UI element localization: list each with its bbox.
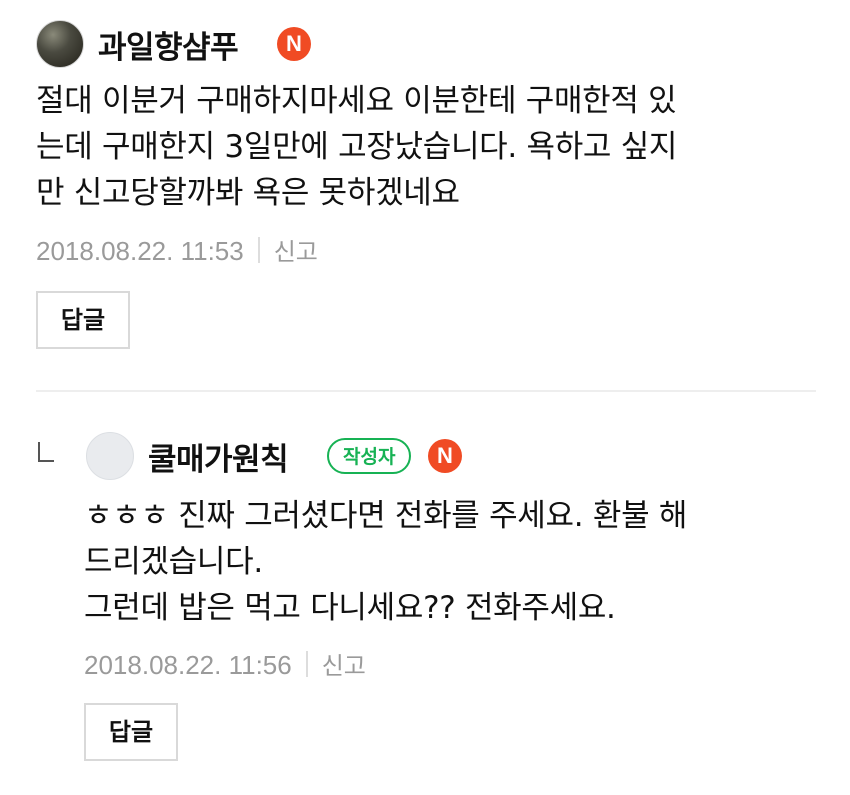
reply-arrow-icon (38, 442, 54, 462)
comment-meta: 2018.08.22. 11:53 신고 (36, 232, 318, 267)
meta-divider (257, 237, 260, 263)
new-badge-icon: N (277, 27, 311, 61)
reply-button[interactable]: 답글 (84, 703, 178, 761)
comment-body-line: 드리겠습니다. (84, 544, 263, 580)
comment-username[interactable]: 과일향샴푸 (98, 22, 239, 67)
report-link[interactable]: 신고 (322, 652, 366, 680)
comment-divider (36, 390, 816, 392)
comment-timestamp: 2018.08.22. 11:56 (84, 650, 292, 680)
reply-comment-item: 쿨매가원칙 작성자 N ㅎㅎㅎ 진짜 그러셨다면 전화를 주세요. 환불 해 드… (0, 400, 850, 795)
comment-body: 절대 이분거 구매하지마세요 이분한테 구매한적 있 는데 구매한지 3일만에 … (36, 78, 677, 216)
writer-badge: 작성자 (327, 438, 412, 474)
comment-meta: 2018.08.22. 11:56 신고 (84, 646, 366, 681)
new-badge-icon: N (428, 439, 462, 473)
avatar[interactable] (36, 20, 84, 68)
meta-divider (305, 651, 308, 677)
comment-body: ㅎㅎㅎ 진짜 그러셨다면 전화를 주세요. 환불 해 드리겠습니다. 그런데 밥… (84, 493, 687, 631)
avatar[interactable] (86, 432, 134, 480)
comment-body-line: 그런데 밥은 먹고 다니세요?? 전화주세요. (84, 590, 616, 626)
report-link[interactable]: 신고 (274, 238, 318, 266)
comment-body-line: 만 신고당할까봐 욕은 못하겠네요 (36, 175, 460, 211)
comment-item: 과일향샴푸 N 절대 이분거 구매하지마세요 이분한테 구매한적 있 는데 구매… (0, 0, 850, 360)
reply-button[interactable]: 답글 (36, 291, 130, 349)
comment-body-line: ㅎㅎㅎ 진짜 그러셨다면 전화를 주세요. 환불 해 (84, 498, 688, 534)
comment-username[interactable]: 쿨매가원칙 (148, 434, 289, 479)
comment-body-line: 절대 이분거 구매하지마세요 이분한테 구매한적 있 (36, 83, 677, 119)
comment-timestamp: 2018.08.22. 11:53 (36, 236, 244, 266)
comment-body-line: 는데 구매한지 3일만에 고장났습니다. 욕하고 싶지 (36, 129, 678, 165)
